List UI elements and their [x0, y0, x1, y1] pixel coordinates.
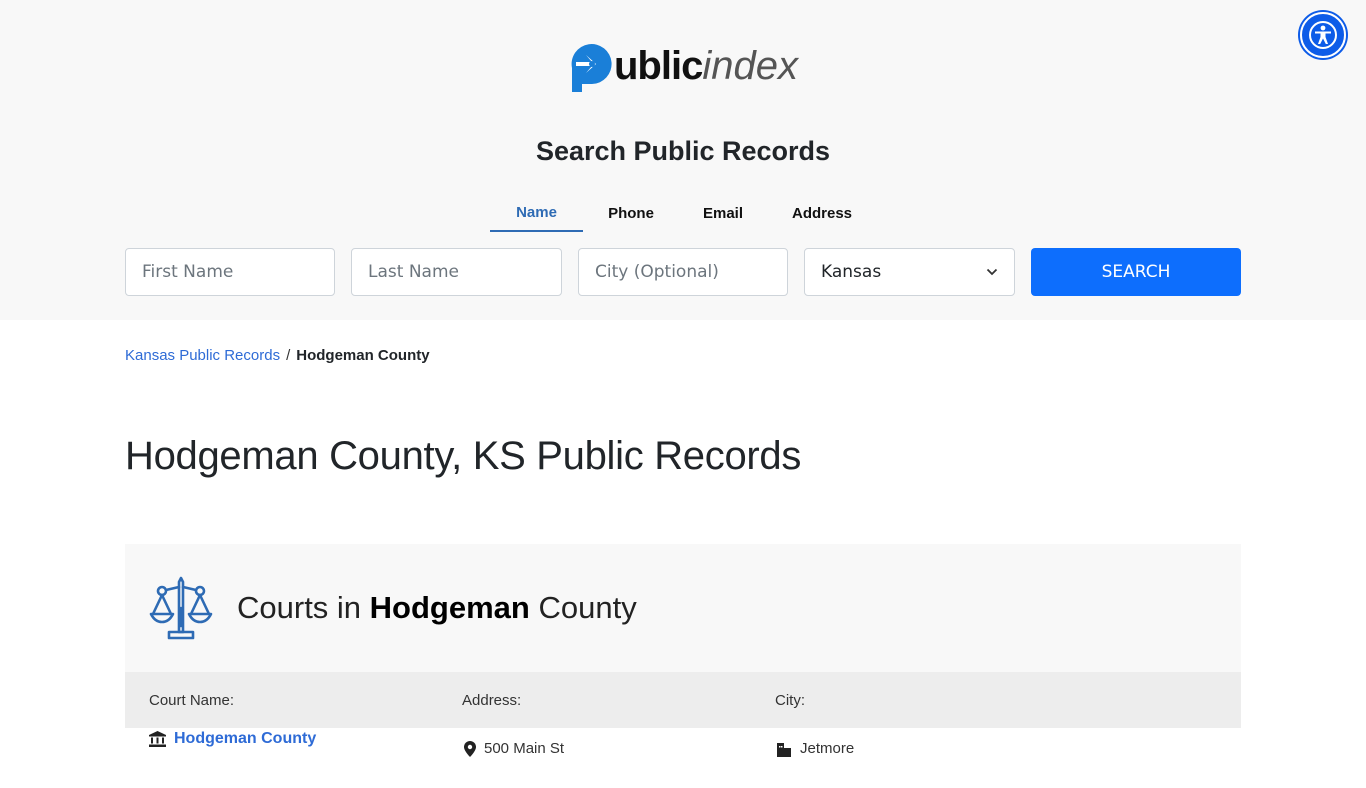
breadcrumb-link-kansas[interactable]: Kansas Public Records — [125, 347, 280, 364]
first-name-input[interactable] — [142, 262, 318, 282]
accessibility-icon — [1309, 21, 1337, 49]
map-pin-icon — [464, 740, 476, 757]
courts-title-county: Hodgeman — [369, 590, 530, 625]
search-hero: ublic index Search Public Records Name P… — [0, 0, 1366, 320]
state-select[interactable]: Kansas — [804, 248, 1015, 296]
courts-title: Courts in Hodgeman County — [237, 590, 637, 626]
search-button[interactable]: SEARCH — [1031, 248, 1241, 296]
tab-phone[interactable]: Phone — [583, 194, 679, 232]
courts-title-suffix: County — [538, 590, 637, 625]
state-select-value: Kansas — [821, 262, 882, 282]
court-name-link[interactable]: Hodgeman County — [174, 730, 316, 748]
court-city: Jetmore — [800, 740, 855, 757]
chevron-down-icon — [986, 268, 998, 276]
city-input[interactable] — [595, 262, 771, 282]
column-header-court-name: Court Name: — [149, 692, 235, 709]
logo-text-index: index — [702, 44, 798, 88]
search-tabs: Name Phone Email Address — [490, 194, 877, 232]
courts-title-prefix: Courts in — [237, 590, 362, 625]
logo-text-public: ublic — [614, 44, 703, 88]
last-name-input[interactable] — [368, 262, 545, 282]
city-field[interactable] — [578, 248, 788, 296]
courts-header: Courts in Hodgeman County — [125, 544, 1241, 672]
search-title: Search Public Records — [535, 136, 831, 166]
court-address: 500 Main St — [484, 740, 565, 757]
accessibility-button[interactable] — [1300, 12, 1346, 58]
breadcrumb-separator: / — [286, 347, 291, 364]
breadcrumb: Kansas Public Records / Hodgeman County — [125, 347, 430, 364]
court-city-cell: Jetmore — [776, 740, 854, 757]
court-name-cell: Hodgeman County — [149, 730, 316, 748]
courts-table-header: Court Name: Address: City: — [125, 672, 1241, 728]
page-title: Hodgeman County, KS Public Records — [125, 434, 802, 478]
search-form: Kansas SEARCH — [125, 248, 1241, 296]
breadcrumb-current: Hodgeman County — [296, 347, 430, 364]
column-header-address: Address: — [462, 692, 522, 709]
table-row: Hodgeman County 500 Main St Jetmore — [125, 728, 1241, 788]
first-name-field[interactable] — [125, 248, 335, 296]
logo-p-arrow-icon — [571, 44, 612, 92]
tab-name[interactable]: Name — [490, 194, 583, 232]
publicindex-logo[interactable]: ublic index — [566, 38, 798, 94]
tab-address[interactable]: Address — [767, 194, 877, 232]
tab-email[interactable]: Email — [679, 194, 767, 232]
column-header-city: City: — [775, 692, 805, 709]
scales-of-justice-icon — [149, 576, 213, 640]
courts-section: Courts in Hodgeman County Court Name: Ad… — [125, 544, 1241, 788]
courthouse-icon — [149, 731, 166, 747]
city-buildings-icon — [777, 742, 791, 757]
last-name-field[interactable] — [351, 248, 562, 296]
court-address-cell: 500 Main St — [464, 740, 564, 757]
